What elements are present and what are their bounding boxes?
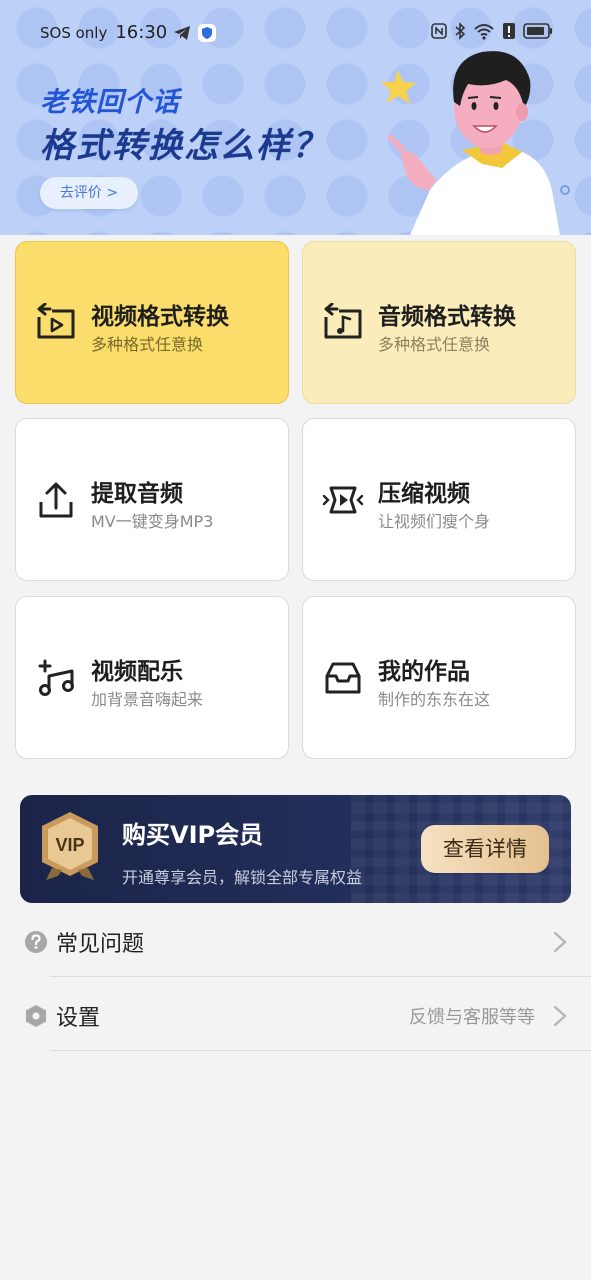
- video-convert-icon: [37, 303, 75, 339]
- question-icon: [25, 931, 47, 953]
- view-details-button[interactable]: 查看详情: [421, 825, 549, 873]
- vip-promo[interactable]: VIP 购买VIP会员 开通尊享会员，解锁全部专属权益 查看详情: [20, 795, 571, 903]
- battery-icon: [523, 23, 552, 39]
- compress-video-icon: [322, 486, 364, 514]
- vip-subtitle: 开通尊享会员，解锁全部专属权益: [122, 868, 363, 887]
- bluetooth-icon: [455, 22, 466, 40]
- rate-button[interactable]: 去评价 >: [40, 177, 138, 209]
- add-music-icon: [38, 659, 74, 696]
- settings-label: 设置: [56, 1006, 101, 1031]
- vip-title: 购买VIP会员: [122, 821, 264, 849]
- feature-card-video-convert[interactable]: 视频格式转换 多种格式任意换: [15, 241, 289, 404]
- banner-slogan-line2: 格式转换怎么样？: [40, 126, 328, 166]
- feature-subtitle: MV一键变身MP3: [91, 512, 214, 531]
- character-illustration: [381, 51, 570, 235]
- chevron-right-icon: [553, 931, 567, 953]
- feature-title: 压缩视频: [378, 481, 470, 507]
- divider: [50, 1050, 591, 1051]
- feature-title: 音频格式转换: [378, 304, 516, 330]
- telegram-icon: [174, 25, 191, 40]
- feature-subtitle: 制作的东东在这: [378, 690, 491, 709]
- feature-title: 视频格式转换: [91, 304, 229, 330]
- audio-convert-icon: [324, 303, 362, 339]
- carrier-text: SOS only: [40, 23, 108, 42]
- wifi-icon: [474, 24, 494, 40]
- settings-row[interactable]: 设置 反馈与客服等等: [0, 978, 591, 1050]
- settings-hint: 反馈与客服等等: [409, 1007, 535, 1028]
- faq-label: 常见问题: [56, 932, 145, 957]
- banner-slogan-line1: 老铁回个话: [40, 87, 180, 118]
- nfc-icon: [431, 23, 447, 39]
- feature-title: 视频配乐: [91, 659, 183, 685]
- faq-row[interactable]: 常见问题: [0, 904, 591, 976]
- feature-card-audio-convert[interactable]: 音频格式转换 多种格式任意换: [302, 241, 576, 404]
- upload-icon: [39, 482, 73, 518]
- chevron-right-icon: [553, 1005, 567, 1027]
- feature-card-extract-audio[interactable]: 提取音频 MV一键变身MP3: [15, 418, 289, 581]
- vip-badge-icon: VIP: [42, 812, 98, 880]
- feature-card-my-works[interactable]: 我的作品 制作的东东在这: [302, 596, 576, 759]
- star-icon: [381, 70, 416, 104]
- feature-title: 提取音频: [91, 481, 183, 507]
- feature-subtitle: 多种格式任意换: [91, 335, 204, 354]
- feature-card-compress-video[interactable]: 压缩视频 让视频们瘦个身: [302, 418, 576, 581]
- feature-card-video-music[interactable]: 视频配乐 加背景音嗨起来: [15, 596, 289, 759]
- feature-subtitle: 多种格式任意换: [378, 335, 491, 354]
- feature-subtitle: 加背景音嗨起来: [91, 690, 204, 709]
- inbox-icon: [325, 662, 361, 694]
- settings-hexagon-icon: [26, 1005, 46, 1027]
- divider: [50, 976, 591, 977]
- shield-app-icon: [198, 23, 217, 42]
- promo-banner: SOS only 16:30 老铁回个话 格式转换怎么样？ 去评价 >: [0, 0, 591, 235]
- clock: 16:30: [115, 22, 168, 43]
- vip-badge-text: VIP: [55, 835, 84, 855]
- feature-subtitle: 让视频们瘦个身: [378, 512, 491, 531]
- alert-icon: [503, 23, 515, 39]
- feature-title: 我的作品: [378, 659, 470, 685]
